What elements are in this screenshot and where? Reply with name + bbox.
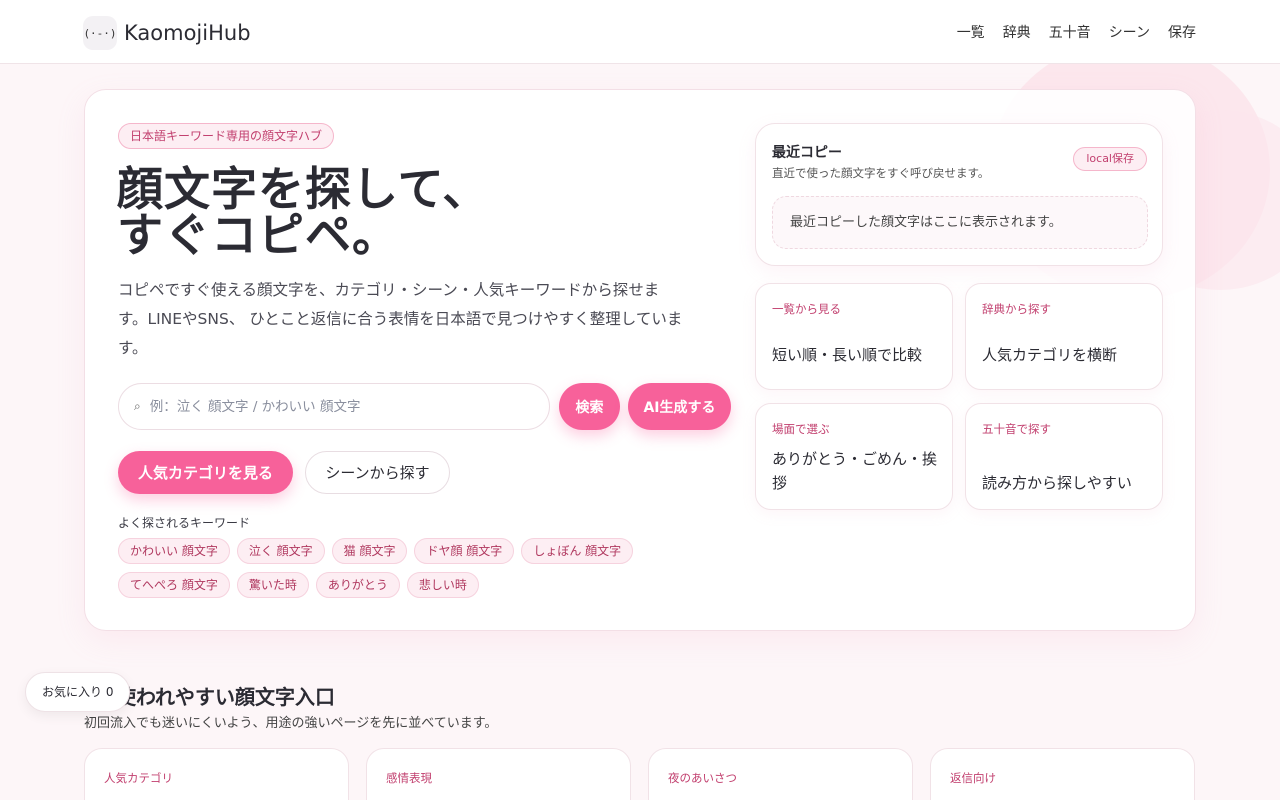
nav-item-scene[interactable]: シーン: [1109, 22, 1150, 42]
tagline-badge: 日本語キーワード専用の顔文字ハブ: [118, 123, 335, 149]
keyword-chip[interactable]: ドヤ顔 顔文字: [414, 538, 515, 564]
entry-card-label: 夜のあいさつ: [668, 771, 737, 785]
entry-card-reply[interactable]: 返信向け: [930, 748, 1195, 800]
entry-card-label: 感情表現: [386, 771, 432, 785]
ai-generate-button[interactable]: AI生成する: [628, 383, 731, 430]
scene-search-button[interactable]: シーンから探す: [305, 451, 450, 494]
keyword-chip[interactable]: てへぺろ 顔文字: [118, 572, 230, 598]
recent-copy-empty: 最近コピーした顔文字はここに表示されます。: [772, 196, 1148, 249]
quick-card-text: 短い順・長い順で比較: [772, 346, 923, 364]
nav-item-saved[interactable]: 保存: [1168, 22, 1196, 42]
search-button[interactable]: 検索: [559, 383, 620, 430]
quick-card-list[interactable]: 一覧から見る 短い順・長い順で比較: [755, 283, 953, 390]
keyword-chips: かわいい 顔文字 泣く 顔文字 猫 顔文字 ドヤ顔 顔文字 しょぼん 顔文字 て…: [118, 538, 678, 598]
keywords-title: よく探されるキーワード: [118, 516, 251, 530]
page-title: 顔文字を探して、 すぐコピペ。: [117, 166, 677, 258]
favorites-button[interactable]: お気に入り 0: [25, 672, 131, 712]
nav-item-list[interactable]: 一覧: [957, 22, 985, 42]
keyword-chip[interactable]: 悲しい時: [406, 572, 479, 598]
logo[interactable]: (·-·) KaomojiHub: [83, 16, 251, 50]
section-subtitle: 初回流入でも迷いにくいよう、用途の強いページを先に並べています。: [84, 716, 498, 731]
nav-item-gojuon[interactable]: 五十音: [1049, 22, 1091, 42]
favorites-count: 0: [105, 685, 114, 699]
nav-item-dictionary[interactable]: 辞典: [1003, 22, 1031, 42]
favorites-label: お気に入り: [42, 685, 103, 699]
section-title: 使われやすい顔文字入口: [116, 685, 335, 709]
quick-card-scene[interactable]: 場面で選ぶ ありがとう・ごめん・挨拶: [755, 403, 953, 510]
search-input[interactable]: [149, 398, 530, 415]
entry-card-label: 返信向け: [950, 771, 996, 785]
keyword-chip[interactable]: 泣く 顔文字: [236, 538, 325, 564]
logo-icon: (·-·): [83, 16, 117, 50]
quick-card-label: 一覧から見る: [772, 302, 841, 316]
recent-copy-panel: 最近コピー 直近で使った顔文字をすぐ呼び戻せます。 local保存 最近コピーし…: [755, 123, 1163, 266]
popular-category-button[interactable]: 人気カテゴリを見る: [118, 451, 293, 494]
local-storage-badge: local保存: [1073, 147, 1147, 171]
quick-card-gojuon[interactable]: 五十音で探す 読み方から探しやすい: [965, 403, 1163, 510]
keyword-chip[interactable]: かわいい 顔文字: [118, 538, 230, 564]
entry-card-popular[interactable]: 人気カテゴリ: [84, 748, 349, 800]
quick-card-label: 場面で選ぶ: [772, 422, 830, 436]
quick-card-text: ありがとう・ごめん・挨拶: [772, 450, 938, 492]
quick-card-text: 人気カテゴリを横断: [982, 346, 1118, 364]
quick-card-label: 辞典から探す: [982, 302, 1051, 316]
quick-card-dictionary[interactable]: 辞典から探す 人気カテゴリを横断: [965, 283, 1163, 390]
entry-card-night[interactable]: 夜のあいさつ: [648, 748, 913, 800]
title-line-2: すぐコピペ。: [117, 208, 399, 262]
hero-description: コピペですぐ使える顔文字を、カテゴリ・シーン・人気キーワードから探せます。LIN…: [118, 281, 683, 357]
main-nav: 一覧 辞典 五十音 シーン 保存: [957, 22, 1196, 42]
search-bar[interactable]: ⌕: [118, 383, 550, 430]
quick-card-text: 読み方から探しやすい: [982, 474, 1132, 492]
site-header: (·-·) KaomojiHub 一覧 辞典 五十音 シーン 保存: [0, 0, 1280, 64]
entry-card-label: 人気カテゴリ: [104, 771, 173, 785]
search-icon: ⌕: [134, 399, 141, 413]
keyword-chip[interactable]: 驚いた時: [236, 572, 309, 598]
recent-copy-title: 最近コピー: [772, 145, 842, 161]
quick-card-label: 五十音で探す: [982, 422, 1051, 436]
keyword-chip[interactable]: 猫 顔文字: [331, 538, 408, 564]
hero-card: 日本語キーワード専用の顔文字ハブ 顔文字を探して、 すぐコピペ。 コピペですぐ使…: [84, 89, 1196, 631]
entry-card-emotion[interactable]: 感情表現: [366, 748, 631, 800]
keyword-chip[interactable]: しょぼん 顔文字: [521, 538, 634, 564]
keyword-chip[interactable]: ありがとう: [315, 572, 400, 598]
logo-text: KaomojiHub: [124, 21, 251, 45]
recent-copy-subtitle: 直近で使った顔文字をすぐ呼び戻せます。: [772, 166, 990, 180]
